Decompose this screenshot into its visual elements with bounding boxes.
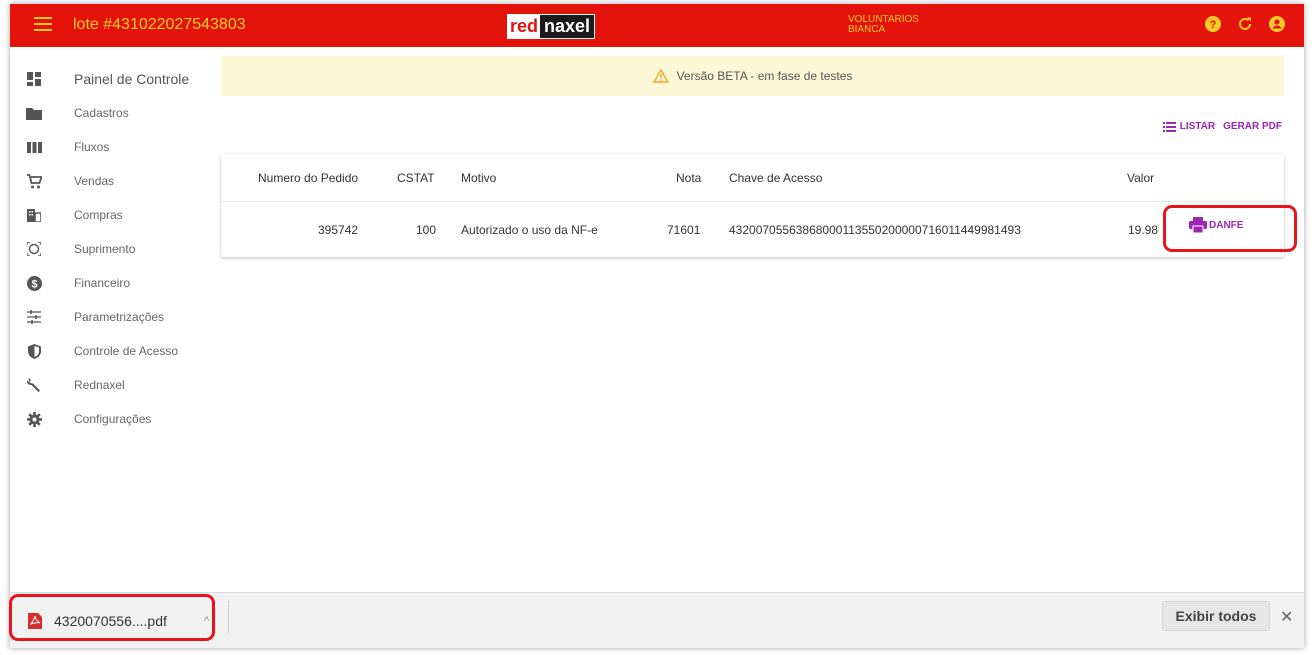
company-name[interactable]: VOLUNTARIOS BIANCA	[848, 15, 919, 35]
column-header: Chave de Acesso	[729, 170, 823, 185]
sidebar-item-vendas[interactable]: Vendas	[10, 164, 210, 198]
sidebar-item-suprimento[interactable]: Suprimento	[10, 232, 210, 266]
pedido-cell: 395742	[318, 222, 359, 237]
list-icon	[1162, 121, 1176, 132]
cart-icon	[24, 171, 44, 191]
sidebar-item-rednaxel[interactable]: Rednaxel	[10, 368, 210, 402]
chevron-up-icon[interactable]: ^	[204, 615, 209, 627]
sidebar-item-cadastros[interactable]: Cadastros	[10, 96, 210, 130]
listar-label: LISTAR	[1179, 121, 1216, 132]
table-actions: LISTAR GERAR PDF	[1162, 121, 1282, 132]
cstat-cell: 100	[416, 222, 437, 237]
app-window: lote #431022027543803 red naxel VOLUNTAR…	[10, 4, 1304, 648]
rednaxel-logo[interactable]: red naxel	[507, 14, 596, 39]
sidebar: Painel de Controle Cadastros Fluxos Vend…	[10, 62, 210, 436]
building-icon	[24, 205, 44, 225]
show-all-button[interactable]: Exibir todos	[1162, 601, 1270, 631]
table-row: 395742 100 Autorizado o uso da NF-e 7160…	[221, 202, 1284, 257]
logo-red-text: red	[508, 15, 541, 38]
divider	[228, 601, 229, 633]
sidebar-item-compras[interactable]: Compras	[10, 198, 210, 232]
sidebar-item-label: Configurações	[74, 412, 152, 426]
sidebar-item-label: Cadastros	[74, 106, 129, 120]
results-table: Numero do Pedido CSTAT Motivo Nota Chave…	[221, 154, 1284, 257]
money-icon: $	[24, 273, 44, 293]
pdf-file-icon	[28, 613, 42, 629]
printer-icon	[1189, 217, 1207, 233]
table-header: Numero do Pedido CSTAT Motivo Nota Chave…	[221, 154, 1284, 202]
sidebar-item-painel-de-controle[interactable]: Painel de Controle	[10, 62, 210, 96]
refresh-icon[interactable]	[1236, 15, 1254, 33]
beta-notice-text: Versão BETA - em fase de testes	[676, 69, 853, 83]
warning-icon	[652, 69, 669, 83]
shield-icon	[24, 341, 44, 361]
valor-cell: 19.98	[1128, 222, 1159, 237]
danfe-label: DANFE	[1209, 219, 1244, 231]
logo-naxel-text: naxel	[540, 15, 595, 38]
download-bar: 4320070556....pdf ^ Exibir todos ✕	[10, 592, 1304, 648]
column-header: Motivo	[461, 170, 497, 185]
lote-title: lote #431022027543803	[73, 16, 246, 33]
column-header: CSTAT	[397, 170, 435, 185]
close-icon[interactable]: ✕	[1280, 607, 1293, 627]
columns-icon	[24, 137, 44, 157]
download-file-name: 4320070556....pdf	[54, 613, 167, 629]
motivo-cell: Autorizado o uso da NF-e	[461, 222, 598, 237]
chave-cell: 4320070556386800011355020000071601144998…	[729, 222, 1021, 237]
nota-cell: 71601	[667, 222, 701, 237]
column-header: Nota	[676, 170, 702, 185]
sidebar-item-fluxos[interactable]: Fluxos	[10, 130, 210, 164]
svg-text:?: ?	[1210, 19, 1217, 31]
column-header: Numero do Pedido	[258, 170, 359, 185]
gear-icon	[24, 409, 44, 429]
sidebar-item-parametrizacoes[interactable]: Parametrizações	[10, 300, 210, 334]
sidebar-item-label: Painel de Controle	[74, 71, 190, 87]
help-icon[interactable]: ?	[1204, 15, 1222, 33]
sidebar-item-controle-de-acesso[interactable]: Controle de Acesso	[10, 334, 210, 368]
sidebar-item-label: Financeiro	[74, 276, 131, 290]
target-icon	[24, 239, 44, 259]
sidebar-item-financeiro[interactable]: $ Financeiro	[10, 266, 210, 300]
sidebar-item-label: Suprimento	[74, 242, 136, 256]
sidebar-item-label: Controle de Acesso	[74, 344, 179, 358]
sidebar-item-label: Compras	[74, 208, 123, 222]
sidebar-item-configuracoes[interactable]: Configurações	[10, 402, 210, 436]
sidebar-item-label: Rednaxel	[74, 378, 125, 392]
beta-notice: Versão BETA - em fase de testes	[221, 56, 1284, 96]
download-item[interactable]: 4320070556....pdf ^	[16, 601, 216, 641]
account-icon[interactable]	[1268, 15, 1286, 33]
sidebar-item-label: Parametrizações	[74, 310, 165, 324]
sidebar-item-label: Fluxos	[74, 140, 110, 154]
column-header: Valor	[1127, 170, 1155, 185]
listar-button[interactable]: LISTAR	[1162, 121, 1216, 132]
wrench-icon	[24, 375, 44, 395]
top-icons: ?	[1204, 15, 1286, 33]
company-line-2: BIANCA	[848, 24, 886, 35]
dashboard-icon	[24, 69, 44, 89]
svg-text:$: $	[31, 278, 37, 290]
sliders-icon	[24, 307, 44, 327]
sidebar-item-label: Vendas	[74, 174, 115, 188]
gerar-pdf-label: GERAR PDF	[1223, 121, 1282, 132]
menu-icon[interactable]	[34, 17, 52, 33]
top-bar: lote #431022027543803 red naxel VOLUNTAR…	[10, 4, 1304, 47]
danfe-button[interactable]: DANFE	[1189, 217, 1243, 233]
gerar-pdf-button[interactable]: GERAR PDF	[1223, 121, 1282, 132]
folder-icon	[24, 103, 44, 123]
